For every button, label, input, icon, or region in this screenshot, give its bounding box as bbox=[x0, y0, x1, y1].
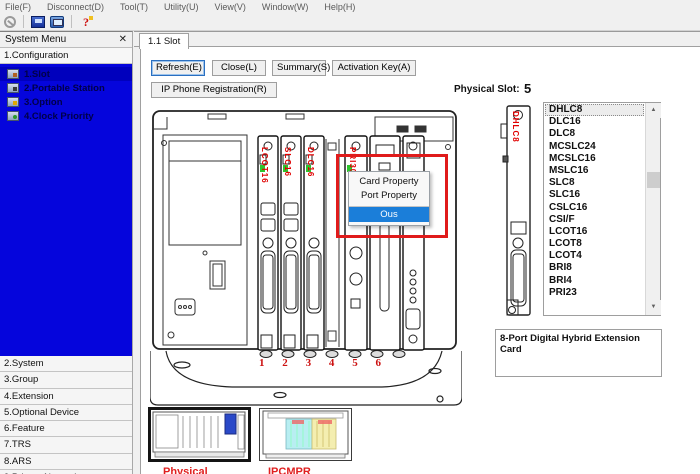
card-label: LCOT16 bbox=[260, 147, 269, 184]
slot-icon bbox=[7, 69, 19, 79]
sidebar-item[interactable]: 3.Option bbox=[0, 95, 132, 109]
menu-item[interactable]: Window(W) bbox=[262, 2, 309, 12]
option-icon bbox=[7, 97, 19, 107]
slot-number: 1 bbox=[259, 357, 265, 369]
sidebar-section[interactable]: 2.System bbox=[0, 356, 132, 372]
physical-slot-label: Physical Slot: bbox=[454, 84, 520, 95]
portable-station-icon bbox=[7, 83, 19, 93]
scroll-up-icon[interactable]: ▲ bbox=[646, 103, 661, 118]
sidebar-item-label: 1.Slot bbox=[24, 69, 50, 80]
card-label: DLC16 bbox=[306, 147, 315, 177]
sidebar-sections: 2.System3.Group4.Extension5.Optional Dev… bbox=[0, 356, 132, 474]
refresh-button[interactable]: Refresh(E) bbox=[151, 60, 205, 76]
scrollbar-thumb[interactable] bbox=[647, 172, 660, 188]
cabinet-slot-numbers: 1 2 3 4 5 6 bbox=[259, 357, 381, 369]
sidebar-item[interactable]: 2.Portable Station bbox=[0, 81, 132, 95]
card-list-item[interactable]: DHLC8 bbox=[545, 104, 644, 116]
card-list-item[interactable]: DLC8 bbox=[545, 128, 644, 140]
card-type-list: DHLC8DLC16DLC8MCSLC24MCSLC16MSLC16SLC8SL… bbox=[545, 104, 644, 314]
sidebar-item[interactable]: 4.Clock Priority bbox=[0, 109, 132, 123]
sidebar-item-label: 3.Option bbox=[24, 97, 63, 108]
card-list-item[interactable]: BRI8 bbox=[545, 262, 644, 274]
card-list-item[interactable]: MSLC16 bbox=[545, 165, 644, 177]
card-list-item[interactable]: CSLC16 bbox=[545, 202, 644, 214]
context-menu-item[interactable]: Port Property bbox=[349, 189, 429, 203]
card-list-item[interactable]: LCOT8 bbox=[545, 238, 644, 250]
card-list-item[interactable]: SLC8 bbox=[545, 177, 644, 189]
listbox-scrollbar[interactable]: ▲ ▼ bbox=[645, 103, 660, 315]
save-icon[interactable] bbox=[31, 16, 45, 28]
card-type-listbox: DHLC8DLC16DLC8MCSLC24MCSLC16MSLC16SLC8SL… bbox=[543, 102, 661, 316]
slot-number: 6 bbox=[375, 357, 381, 369]
sidebar-item[interactable]: 1.Slot bbox=[0, 67, 132, 81]
ip-phone-registration-button[interactable]: IP Phone Registration(R) bbox=[151, 82, 277, 98]
application-window: File(F) Disconnect(D) Tool(T) Utility(U) Vie… bbox=[0, 0, 700, 474]
card-list-item[interactable]: PRI23 bbox=[545, 287, 644, 299]
toolbar-separator bbox=[23, 15, 24, 28]
thumbnail-physical-label: Physical bbox=[163, 466, 208, 474]
card-list-item[interactable]: CSI/F bbox=[545, 214, 644, 226]
card-list-item[interactable]: LCOT16 bbox=[545, 226, 644, 238]
sidebar-titlebar: System Menu ✕ bbox=[0, 32, 132, 48]
close-icon[interactable]: ✕ bbox=[119, 35, 127, 45]
context-menu-item[interactable]: Ous bbox=[349, 206, 429, 222]
help-icon[interactable]: ? bbox=[79, 16, 93, 28]
connect-icon[interactable] bbox=[4, 16, 16, 28]
sidebar: System Menu ✕ 1.Configuration 1.Slot 2.P… bbox=[0, 31, 133, 474]
card-list-item[interactable]: LCOT4 bbox=[545, 250, 644, 262]
card-label: SLC16 bbox=[283, 147, 292, 177]
menu-item[interactable]: Help(H) bbox=[324, 2, 355, 12]
context-menu: Card PropertyPort Property Ous bbox=[348, 171, 430, 226]
menu-item[interactable]: Disconnect(D) bbox=[47, 2, 104, 12]
context-menu-item[interactable]: Card Property bbox=[349, 175, 429, 189]
menu-item[interactable]: Utility(U) bbox=[164, 2, 199, 12]
card-list-item[interactable]: DLC16 bbox=[545, 116, 644, 128]
sidebar-section[interactable]: 8.ARS bbox=[0, 454, 132, 470]
slot-number: 5 bbox=[352, 357, 358, 369]
sidebar-section[interactable]: 3.Group bbox=[0, 372, 132, 388]
sidebar-section[interactable]: 4.Extension bbox=[0, 389, 132, 405]
preview-icon[interactable] bbox=[50, 16, 64, 28]
close-button[interactable]: Close(L) bbox=[212, 60, 266, 76]
thumbnail-ipcmpr[interactable] bbox=[259, 408, 352, 461]
sidebar-section[interactable]: 9.Private Network bbox=[0, 470, 132, 474]
tab-strip: 1.1 Slot bbox=[134, 31, 700, 47]
sidebar-section[interactable]: 6.Feature bbox=[0, 421, 132, 437]
menu-item[interactable]: Tool(T) bbox=[120, 2, 148, 12]
slot-number: 3 bbox=[306, 357, 312, 369]
sidebar-item-label: 2.Portable Station bbox=[24, 83, 105, 94]
tab-slot[interactable]: 1.1 Slot bbox=[139, 33, 189, 49]
thumbnail-ipcmpr-label: IPCMPR bbox=[268, 466, 311, 474]
card-list-item[interactable]: BRI4 bbox=[545, 275, 644, 287]
slot-number: 2 bbox=[282, 357, 288, 369]
menu-bar: File(F) Disconnect(D) Tool(T) Utility(U) Vie… bbox=[0, 0, 700, 13]
sidebar-section[interactable]: 5.Optional Device bbox=[0, 405, 132, 421]
card-list-item[interactable]: SLC16 bbox=[545, 189, 644, 201]
physical-slot-value: 5 bbox=[524, 81, 531, 96]
sidebar-section[interactable]: 7.TRS bbox=[0, 437, 132, 453]
sidebar-item-label: 4.Clock Priority bbox=[24, 111, 94, 122]
card-list-item[interactable]: MCSLC16 bbox=[545, 153, 644, 165]
activation-key-button[interactable]: Activation Key(A) bbox=[332, 60, 416, 76]
summary-button[interactable]: Summary(S) bbox=[272, 60, 326, 76]
sidebar-config-panel: 1.Slot 2.Portable Station 3.Option 4.Clo… bbox=[0, 64, 132, 356]
toolbar-separator bbox=[71, 15, 72, 28]
card-list-item[interactable]: MCSLC24 bbox=[545, 141, 644, 153]
toolbar: ? bbox=[0, 13, 700, 31]
clock-priority-icon bbox=[7, 111, 19, 121]
menu-item[interactable]: View(V) bbox=[215, 2, 246, 12]
sidebar-title: System Menu bbox=[5, 34, 66, 45]
card-description-box: 8-Port Digital Hybrid Extension Card bbox=[495, 329, 662, 377]
scroll-down-icon[interactable]: ▼ bbox=[646, 300, 661, 315]
slot-card-label: DHLC8 bbox=[511, 111, 520, 143]
thumbnail-physical[interactable] bbox=[148, 407, 251, 462]
sidebar-section-configuration[interactable]: 1.Configuration bbox=[0, 48, 132, 64]
slot-number: 4 bbox=[329, 357, 335, 369]
menu-item[interactable]: File(F) bbox=[5, 2, 31, 12]
